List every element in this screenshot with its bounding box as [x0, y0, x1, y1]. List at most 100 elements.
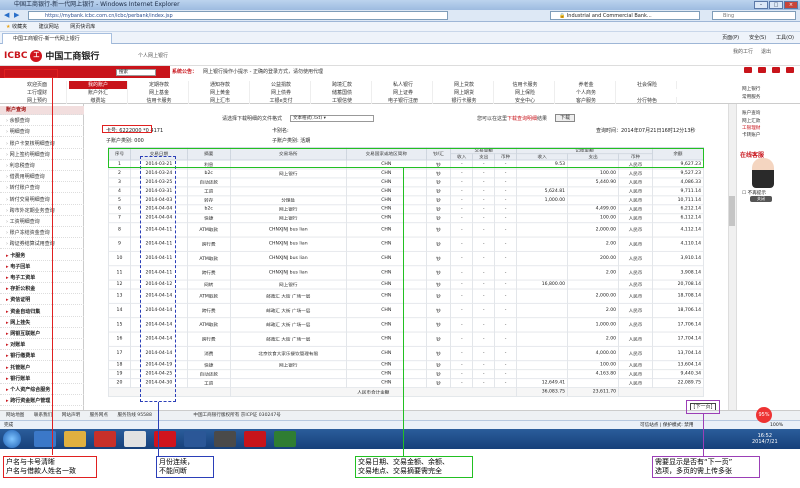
nav-item[interactable]: 定期存款: [130, 81, 189, 89]
sidebar-item[interactable]: 账户卡复核明细查询: [0, 140, 84, 149]
nav-item[interactable]: 公益捐款: [252, 81, 311, 89]
cart-icon[interactable]: [758, 67, 766, 73]
my-icbc-link[interactable]: 我的工行: [733, 48, 753, 55]
home-icon[interactable]: [786, 67, 794, 73]
cpu-monitor-bubble[interactable]: 95%: [756, 407, 772, 423]
sidebar-item[interactable]: 网上签约明细查询: [0, 151, 84, 160]
sidebar-item[interactable]: 存折公积金: [0, 285, 84, 295]
nav-item[interactable]: 储蓄国债: [313, 89, 372, 97]
sidebar-item[interactable]: 对账单: [0, 341, 84, 351]
sidebar-item[interactable]: 借费用明细查询: [0, 173, 84, 183]
footer-link-outlets[interactable]: 服务网点: [90, 413, 108, 418]
wps-taskbar-icon[interactable]: [244, 431, 266, 447]
cell-country: CHN: [345, 250, 427, 267]
nav-item[interactable]: 网上期货: [435, 89, 494, 97]
search-input[interactable]: Bing: [712, 11, 796, 20]
sidebar-item[interactable]: 银行缴费单: [0, 352, 84, 362]
right-panel-item[interactable]: 网上汇款: [738, 118, 798, 125]
nav-item[interactable]: 欢迎页面: [8, 81, 67, 89]
right-panel-item[interactable]: 工银理财: [738, 125, 798, 132]
nav-item[interactable]: 养老金: [557, 81, 616, 89]
suggested-sites-link[interactable]: 建议网站: [39, 24, 59, 30]
certificate-indicator[interactable]: 🔒 Industrial and Commercial Bank...: [550, 11, 700, 20]
sidebar-item[interactable]: 跨行资金账户管理: [0, 397, 84, 407]
nav-item[interactable]: 信用卡服务: [496, 81, 555, 89]
nav-item[interactable]: 工行理财: [8, 89, 67, 97]
sidebar-item[interactable]: 资金自动归集: [0, 308, 84, 317]
right-panel-item[interactable]: 网上银行: [738, 86, 798, 93]
forward-icon[interactable]: ▶: [14, 11, 19, 19]
sidebar-item[interactable]: 网银互联账户: [0, 330, 84, 339]
footer-link-statement[interactable]: 网站声明: [62, 413, 80, 418]
logout-link[interactable]: 退出: [761, 48, 771, 55]
sidebar-item[interactable]: 转付账户查询: [0, 184, 84, 194]
sidebar-item[interactable]: 电子回单: [0, 263, 84, 272]
page-menu[interactable]: 页面(P): [722, 34, 739, 42]
address-input[interactable]: https://mybank.icbc.com.cn/icbc/perbank/…: [28, 11, 448, 20]
excel-taskbar-icon[interactable]: [274, 431, 296, 447]
sidebar-item[interactable]: 跨证券结算试用查询: [0, 240, 84, 250]
right-panel-item[interactable]: 账户查询: [738, 110, 798, 117]
site-search-input[interactable]: 搜索: [116, 69, 156, 76]
sidebar-item[interactable]: 个人资产综合服务: [0, 386, 84, 395]
mail-icon[interactable]: [744, 67, 752, 73]
nav-item[interactable]: 跨境汇款: [313, 81, 372, 89]
sidebar-item[interactable]: 账户冻结资金查询: [0, 229, 84, 239]
sidebar-item[interactable]: 转付交易明细查询: [0, 196, 84, 205]
browser-tab[interactable]: 中国工商银行-新一代网上银行: [2, 33, 112, 44]
sidebar-item[interactable]: 托管账户: [0, 364, 84, 373]
cell-no: 17: [108, 345, 131, 362]
system-clock[interactable]: 16:52 2014/7/21: [752, 433, 778, 445]
footer-link-contact[interactable]: 联系我们: [34, 413, 52, 418]
explorer-taskbar-icon[interactable]: [64, 431, 86, 447]
tools-menu[interactable]: 工具(O): [776, 34, 794, 42]
word-taskbar-icon[interactable]: [184, 431, 206, 447]
nav-item[interactable]: 网上贷款: [435, 81, 494, 89]
notice-text[interactable]: 网上银行操作小提示 - 正确的登录方式，请勿使用代理: [203, 68, 323, 75]
help-icon[interactable]: [772, 67, 780, 73]
sidebar-item[interactable]: 电子工资单: [0, 274, 84, 283]
cell-place: [229, 177, 347, 188]
chrome-taskbar-icon[interactable]: [124, 431, 146, 447]
maximize-button[interactable]: □: [769, 1, 783, 9]
sidebar-item[interactable]: 明细查询: [0, 128, 84, 138]
download-button[interactable]: 下载: [555, 114, 576, 122]
media-taskbar-icon[interactable]: [94, 431, 116, 447]
nav-item[interactable]: 我的账户: [69, 81, 128, 89]
nav-item[interactable]: 网上债券: [252, 89, 311, 97]
close-window-button[interactable]: ×: [784, 1, 798, 9]
right-panel-item[interactable]: 常用服务: [738, 94, 798, 101]
footer-link-sitemap[interactable]: 网站地图: [6, 413, 24, 418]
sidebar-item[interactable]: 银行账单: [0, 375, 84, 384]
sidebar-item[interactable]: 利息税查询: [0, 162, 84, 171]
sidebar-item[interactable]: 资信证明: [0, 296, 84, 306]
sidebar-item[interactable]: 跨市外定期业务查询: [0, 207, 84, 216]
nav-item[interactable]: 网上证券: [374, 89, 433, 97]
content-scrollbar-thumb[interactable]: [729, 196, 735, 226]
start-button[interactable]: [3, 430, 21, 448]
download-tip-link[interactable]: 下载查询明细: [507, 116, 537, 122]
nav-item[interactable]: 网上黄金: [191, 89, 250, 97]
nav-item[interactable]: 个人商务: [557, 89, 616, 97]
sidebar-item[interactable]: 账户查询: [0, 106, 84, 115]
favorites-button[interactable]: 收藏夹: [12, 24, 27, 30]
nav-item[interactable]: 社会保险: [618, 81, 677, 89]
sidebar-item[interactable]: 工资明细查询: [0, 218, 84, 227]
sidebar-item[interactable]: 网上挂失: [0, 319, 84, 328]
sidebar-item[interactable]: 余额查询: [0, 117, 84, 127]
download-format-select[interactable]: 文本格式(.txt) ▾: [290, 114, 375, 122]
web-slice-link[interactable]: 网页快讯库: [70, 24, 95, 30]
close-service-button[interactable]: 关闭: [750, 196, 772, 202]
sidebar-item[interactable]: 卡服务: [0, 252, 84, 261]
nav-item[interactable]: 私人银行: [374, 81, 433, 89]
back-icon[interactable]: ◀: [4, 11, 9, 19]
nav-item[interactable]: 账户外汇: [69, 89, 128, 97]
nav-item[interactable]: 网上保险: [496, 89, 555, 97]
app-taskbar-icon[interactable]: [214, 431, 236, 447]
content-scrollbar[interactable]: [728, 104, 736, 410]
right-panel-item[interactable]: 卡转账户: [738, 132, 798, 139]
nav-item[interactable]: 通知存款: [191, 81, 250, 89]
nav-item[interactable]: 网上基金: [130, 89, 189, 97]
safety-menu[interactable]: 安全(S): [749, 34, 766, 42]
minimize-button[interactable]: –: [754, 1, 768, 9]
